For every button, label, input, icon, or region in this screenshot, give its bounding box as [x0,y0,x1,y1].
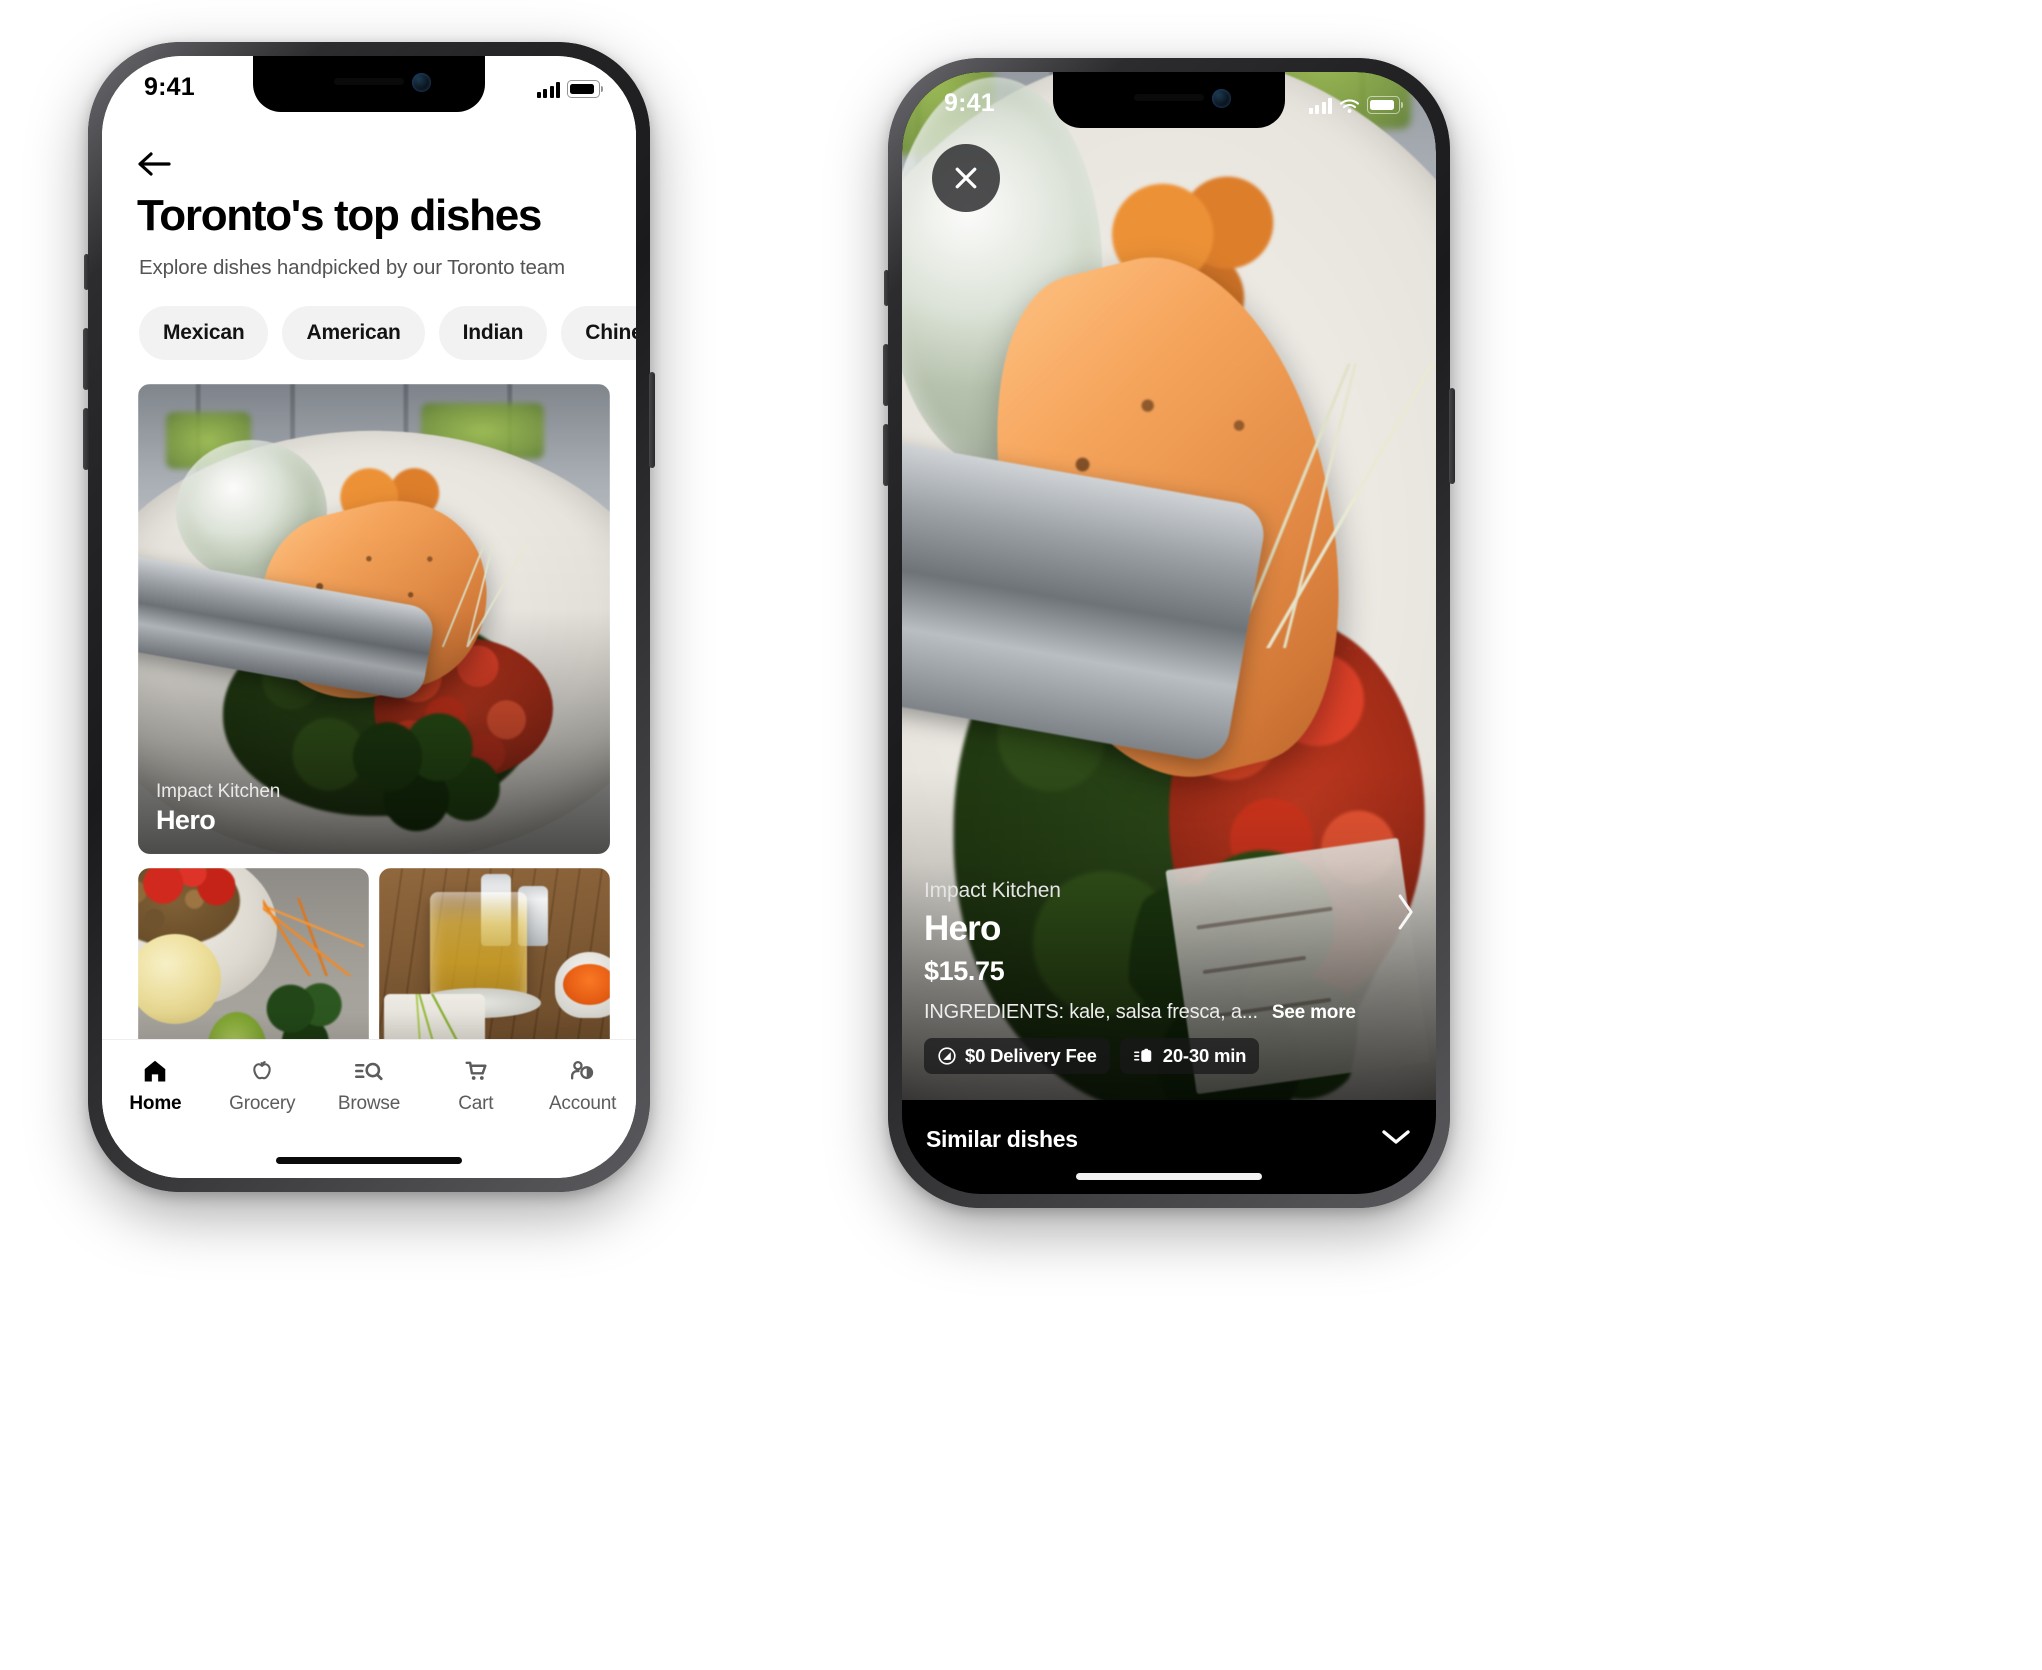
cuisine-chip-indian[interactable]: Indian [438,306,548,360]
earpiece-speaker [1134,94,1204,101]
left-phone-screen: Toronto's top dishes Explore dishes hand… [102,56,636,1178]
notch [253,56,485,112]
badge-delivery-fee: $0 Delivery Fee [924,1038,1110,1074]
close-x-icon [955,167,977,189]
front-camera [412,73,431,92]
ingredients-row: INGREDIENTS: kale, salsa fresca, a... Se… [924,1001,1414,1024]
volume-up-button[interactable] [83,328,89,390]
tab-cart[interactable]: Cart [422,1056,529,1115]
notch [1053,72,1285,128]
dish-card-hero-text: Impact Kitchen Hero [156,781,280,836]
cuisine-chip-american[interactable]: American [282,306,425,360]
badge-delivery-fee-label: $0 Delivery Fee [965,1045,1097,1066]
dish-badges: $0 Delivery Fee 20-30 min [924,1038,1414,1074]
page-subtitle: Explore dishes handpicked by our Toronto… [139,256,565,279]
merchant-name: Impact Kitchen [156,781,281,802]
account-people-icon [568,1056,598,1086]
similar-dishes-label: Similar dishes [926,1125,1078,1152]
browse-search-icon [354,1056,384,1086]
cuisine-chip-mexican[interactable]: Mexican [139,306,269,360]
tab-label-cart: Cart [458,1093,494,1114]
tab-browse[interactable]: Browse [316,1056,423,1115]
tab-label-home: Home [129,1093,182,1114]
dish-detail-media[interactable]: Impact Kitchen Hero $15.75 INGREDIENTS: … [902,72,1436,1100]
dish-detail-info: Impact Kitchen Hero $15.75 INGREDIENTS: … [902,879,1436,1074]
silent-switch[interactable] [884,270,889,306]
front-camera [1212,89,1231,108]
tab-label-grocery: Grocery [229,1093,296,1114]
silent-switch[interactable] [84,254,89,290]
dish-card-hero[interactable]: Impact Kitchen Hero [138,384,610,854]
browse-screen: Toronto's top dishes Explore dishes hand… [102,56,636,1178]
tab-label-browse: Browse [337,1093,401,1114]
home-icon [141,1056,169,1086]
right-phone-device: Impact Kitchen Hero $15.75 INGREDIENTS: … [883,58,1455,1208]
delivery-fee-icon [938,1047,956,1065]
volume-down-button[interactable] [883,424,889,486]
dish-detail-overlay: Impact Kitchen Hero $15.75 INGREDIENTS: … [902,770,1436,1100]
power-button[interactable] [649,372,655,468]
merchant-name: Impact Kitchen [924,879,1061,902]
left-phone-bezel: Toronto's top dishes Explore dishes hand… [102,56,636,1178]
right-phone-bezel: Impact Kitchen Hero $15.75 INGREDIENTS: … [902,72,1436,1194]
shopping-cart-icon [462,1056,490,1086]
left-phone-device: Toronto's top dishes Explore dishes hand… [83,42,655,1192]
tab-grocery[interactable]: Grocery [209,1056,316,1115]
close-button[interactable] [932,144,1000,212]
back-button[interactable] [135,144,181,184]
earpiece-speaker [334,78,404,85]
tab-home[interactable]: Home [102,1056,209,1115]
home-indicator[interactable] [276,1157,462,1164]
page-title: Toronto's top dishes [137,191,542,240]
volume-up-button[interactable] [883,344,889,406]
home-indicator[interactable] [1076,1173,1262,1180]
similar-dishes-section[interactable]: Similar dishes [902,1100,1436,1178]
badge-delivery-time: 20-30 min [1119,1038,1260,1074]
tab-account[interactable]: Account [529,1056,636,1115]
delivery-time-icon [1133,1048,1152,1062]
dish-name: Hero [156,805,216,835]
screenshot-stage: Toronto's top dishes Explore dishes hand… [0,0,2042,1670]
next-dish-button[interactable] [1392,891,1418,938]
dish-name: Hero [924,909,1001,948]
power-button[interactable] [1449,388,1455,484]
apple-icon [248,1056,276,1086]
back-arrow-icon [138,152,171,176]
cuisine-chip-row[interactable]: Mexican American Indian Chinese [139,306,636,364]
right-phone-screen: Impact Kitchen Hero $15.75 INGREDIENTS: … [902,72,1436,1194]
cuisine-chip-chinese[interactable]: Chinese [561,306,636,360]
ingredients-text: INGREDIENTS: kale, salsa fresca, a... [924,1001,1258,1023]
badge-delivery-time-label: 20-30 min [1162,1045,1247,1066]
chevron-right-icon [1398,894,1413,930]
dish-price: $15.75 [924,956,1005,986]
tab-label-account: Account [548,1093,617,1114]
volume-down-button[interactable] [83,408,89,470]
chevron-down-icon[interactable] [1380,1127,1412,1152]
see-more-button[interactable]: See more [1272,1002,1356,1024]
